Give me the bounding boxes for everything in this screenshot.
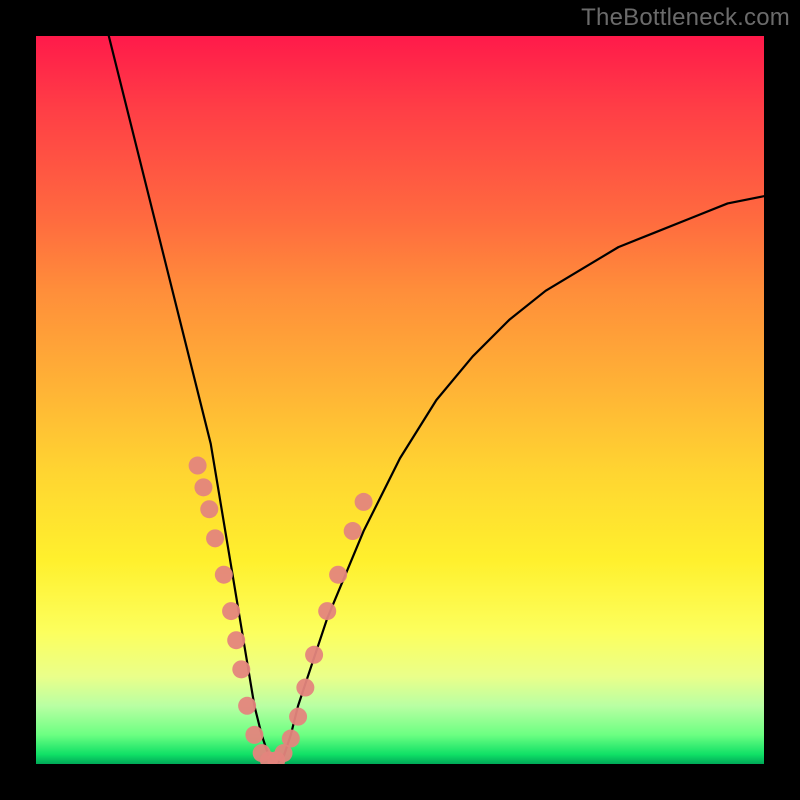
left-arm-markers (189, 457, 278, 764)
marker-dot (305, 646, 323, 664)
marker-dot (344, 522, 362, 540)
marker-dot (238, 697, 256, 715)
marker-dot (329, 566, 347, 584)
marker-dot (282, 730, 300, 748)
marker-dot (194, 478, 212, 496)
plot-area (36, 36, 764, 764)
chart-frame: TheBottleneck.com (0, 0, 800, 800)
marker-dot (275, 744, 293, 762)
marker-dot (289, 708, 307, 726)
marker-dot (222, 602, 240, 620)
marker-dot (227, 631, 245, 649)
right-arm-markers (267, 493, 372, 764)
marker-dot (206, 529, 224, 547)
marker-dot (267, 751, 285, 764)
bottleneck-curve (109, 36, 764, 764)
marker-dot (253, 744, 271, 762)
marker-dot (245, 726, 263, 744)
marker-dot (318, 602, 336, 620)
watermark-text: TheBottleneck.com (581, 4, 790, 32)
marker-dot (232, 660, 250, 678)
marker-dot (296, 679, 314, 697)
marker-dot (260, 751, 278, 764)
marker-dot (215, 566, 233, 584)
curve-svg (36, 36, 764, 764)
marker-dot (355, 493, 373, 511)
marker-dot (200, 500, 218, 518)
marker-dot (189, 457, 207, 475)
